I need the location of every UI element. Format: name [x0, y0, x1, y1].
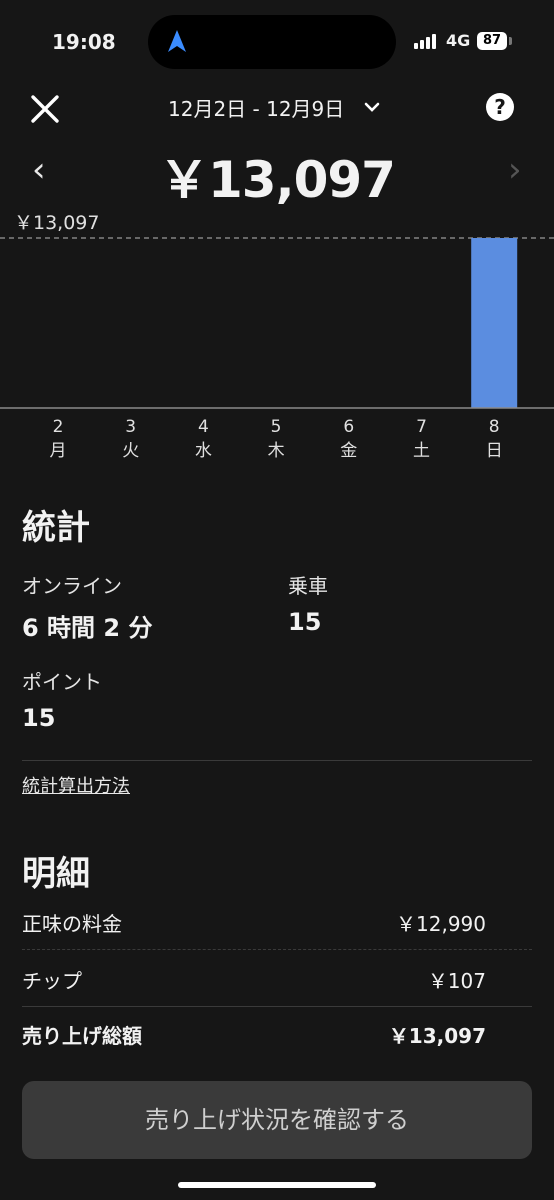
stats-method-link[interactable]: 統計算出方法 — [22, 772, 130, 798]
stats-divider — [22, 760, 532, 761]
chart-weekday-label: 木 — [268, 441, 285, 461]
battery-icon: 87 — [477, 32, 507, 50]
rides-label: 乗車 — [288, 574, 328, 598]
chart-weekday-label: 火 — [122, 441, 139, 461]
navigation-arrow-icon — [168, 30, 186, 52]
help-icon[interactable]: ? — [486, 93, 514, 121]
network-type: 4G — [446, 31, 471, 50]
tip-label: チップ — [22, 969, 82, 993]
chart-bar-8 — [471, 238, 518, 408]
tip-value: ￥107 — [427, 969, 486, 993]
row-divider — [22, 949, 532, 950]
battery-cap — [509, 37, 512, 45]
chart-day-number: 4 — [198, 417, 209, 437]
rides-value: 15 — [288, 608, 322, 636]
home-indicator — [178, 1182, 376, 1188]
close-icon[interactable] — [30, 94, 60, 124]
row-divider — [22, 1006, 532, 1007]
gross-total-value: ￥13,097 — [388, 1024, 486, 1048]
net-fare-label: 正味の料金 — [22, 912, 122, 936]
points-label: ポイント — [22, 670, 102, 694]
online-value: 6 時間 2 分 — [22, 614, 153, 642]
view-earnings-button[interactable]: 売り上げ状況を確認する — [22, 1081, 532, 1159]
stats-heading: 統計 — [22, 508, 90, 548]
chart-weekday-label: 金 — [340, 441, 357, 461]
online-label: オンライン — [22, 574, 122, 598]
net-fare-value: ￥12,990 — [396, 912, 486, 936]
earnings-bar-chart: ￥13,097 2 月 3 火 4 水 5 木 6 金 7 土 8 日 — [0, 212, 554, 461]
gross-total-label: 売り上げ総額 — [22, 1024, 142, 1048]
chart-day-number: 6 — [343, 417, 354, 437]
chart-weekday-label: 土 — [413, 441, 430, 461]
chart-day-number: 2 — [53, 417, 64, 437]
detail-heading: 明細 — [22, 854, 90, 894]
chart-weekday-label: 日 — [486, 441, 503, 461]
points-value: 15 — [22, 704, 56, 732]
chevron-down-icon[interactable] — [362, 100, 382, 114]
signal-icon — [414, 34, 436, 49]
date-range-selector[interactable]: 12月2日 - 12月9日 — [168, 93, 344, 122]
chart-max-label: ￥13,097 — [14, 212, 99, 234]
chart-day-number: 3 — [125, 417, 136, 437]
chart-day-number: 7 — [416, 417, 427, 437]
chart-weekday-label: 水 — [195, 441, 212, 461]
chart-day-number: 5 — [271, 417, 282, 437]
chart-weekday-label: 月 — [50, 441, 67, 461]
chart-day-number: 8 — [489, 417, 500, 437]
status-time: 19:08 — [52, 30, 116, 54]
